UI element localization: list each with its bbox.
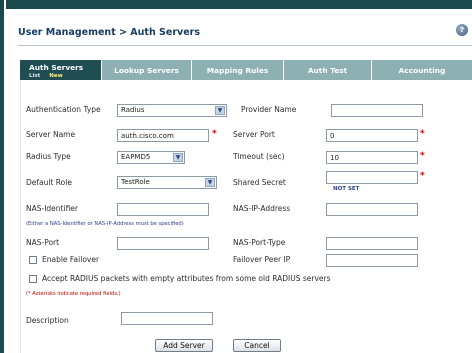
tab-accounting[interactable]: Accounting xyxy=(372,60,472,80)
subtab-list[interactable]: List xyxy=(29,73,40,79)
nas-port-input[interactable] xyxy=(117,237,209,250)
server-port-label: Server Port xyxy=(233,130,275,139)
tab-auth-servers[interactable]: Auth Servers List New xyxy=(20,60,102,80)
accept-radius-checkbox[interactable] xyxy=(29,275,37,283)
chevron-down-icon: ▼ xyxy=(173,153,183,162)
provider-name-label: Provider Name xyxy=(241,105,297,114)
server-port-input[interactable] xyxy=(326,129,418,142)
auth-type-label: Authentication Type xyxy=(26,105,101,114)
required-mark: * xyxy=(212,129,217,139)
failover-peer-ip-input[interactable] xyxy=(326,254,418,267)
tab-lookup-servers[interactable]: Lookup Servers xyxy=(102,60,192,80)
description-input[interactable] xyxy=(121,312,213,325)
provider-name-input[interactable] xyxy=(331,104,423,117)
accept-radius-label: Accept RADIUS packets with empty attribu… xyxy=(42,274,331,283)
nas-ip-address-input[interactable] xyxy=(326,203,418,216)
radius-type-select[interactable]: EAPMD5 ▼ xyxy=(117,151,185,164)
auth-type-select[interactable]: Radius ▼ xyxy=(117,104,227,117)
auth-type-value: Radius xyxy=(121,106,145,114)
enable-failover-label: Enable Failover xyxy=(42,255,100,264)
radius-type-value: EAPMD5 xyxy=(121,153,151,161)
top-frame-bar xyxy=(0,0,472,9)
title-divider xyxy=(18,45,472,46)
timeout-label: Timeout (sec) xyxy=(233,152,285,161)
add-server-button[interactable]: Add Server xyxy=(155,339,213,352)
chevron-down-icon: ▼ xyxy=(215,106,225,115)
description-label: Description xyxy=(26,316,69,325)
nas-identifier-label: NAS-Identifier xyxy=(26,204,78,213)
cancel-button[interactable]: Cancel xyxy=(233,339,281,352)
nas-requirement-note: (Either a NAS-Identifier or NAS-IP-Addre… xyxy=(26,221,184,227)
left-frame-bar xyxy=(0,0,6,353)
radius-type-label: Radius Type xyxy=(26,152,71,161)
chevron-down-icon: ▼ xyxy=(205,178,215,187)
failover-peer-ip-label: Failover Peer IP xyxy=(233,255,291,264)
nas-port-type-input[interactable] xyxy=(326,237,418,250)
required-mark: * xyxy=(420,129,425,139)
timeout-input[interactable] xyxy=(326,151,418,164)
title-row: User Management > Auth Servers ? xyxy=(18,24,468,43)
default-role-value: TestRole xyxy=(121,178,150,186)
page-title: User Management > Auth Servers xyxy=(18,27,200,38)
shared-secret-input[interactable] xyxy=(326,171,418,184)
subtab-bar: List New xyxy=(29,73,63,79)
nas-port-type-label: NAS-Port-Type xyxy=(233,238,286,247)
form-panel: Authentication Type Radius ▼ Provider Na… xyxy=(20,80,472,353)
nas-port-label: NAS-Port xyxy=(26,238,60,247)
shared-secret-label: Shared Secret xyxy=(233,178,286,187)
default-role-label: Default Role xyxy=(26,178,72,187)
help-icon[interactable]: ? xyxy=(456,24,468,36)
tab-auth-servers-label: Auth Servers xyxy=(29,63,84,72)
required-mark: * xyxy=(420,171,425,181)
tab-bar: Auth Servers List New Lookup Servers Map… xyxy=(20,60,472,80)
default-role-select[interactable]: TestRole ▼ xyxy=(117,176,217,189)
tab-mapping-rules[interactable]: Mapping Rules xyxy=(192,60,284,80)
enable-failover-checkbox[interactable] xyxy=(29,256,37,264)
required-mark: * xyxy=(420,151,425,161)
subtab-new[interactable]: New xyxy=(49,73,62,79)
server-name-input[interactable] xyxy=(117,129,209,142)
required-fields-note: (* Asterisks indicate required fields.) xyxy=(26,291,121,297)
nas-ip-address-label: NAS-IP-Address xyxy=(233,204,291,213)
server-name-label: Server Name xyxy=(26,130,76,139)
tab-auth-test[interactable]: Auth Test xyxy=(284,60,372,80)
shared-secret-status: NOT SET xyxy=(333,186,360,192)
nas-identifier-input[interactable] xyxy=(117,203,209,216)
